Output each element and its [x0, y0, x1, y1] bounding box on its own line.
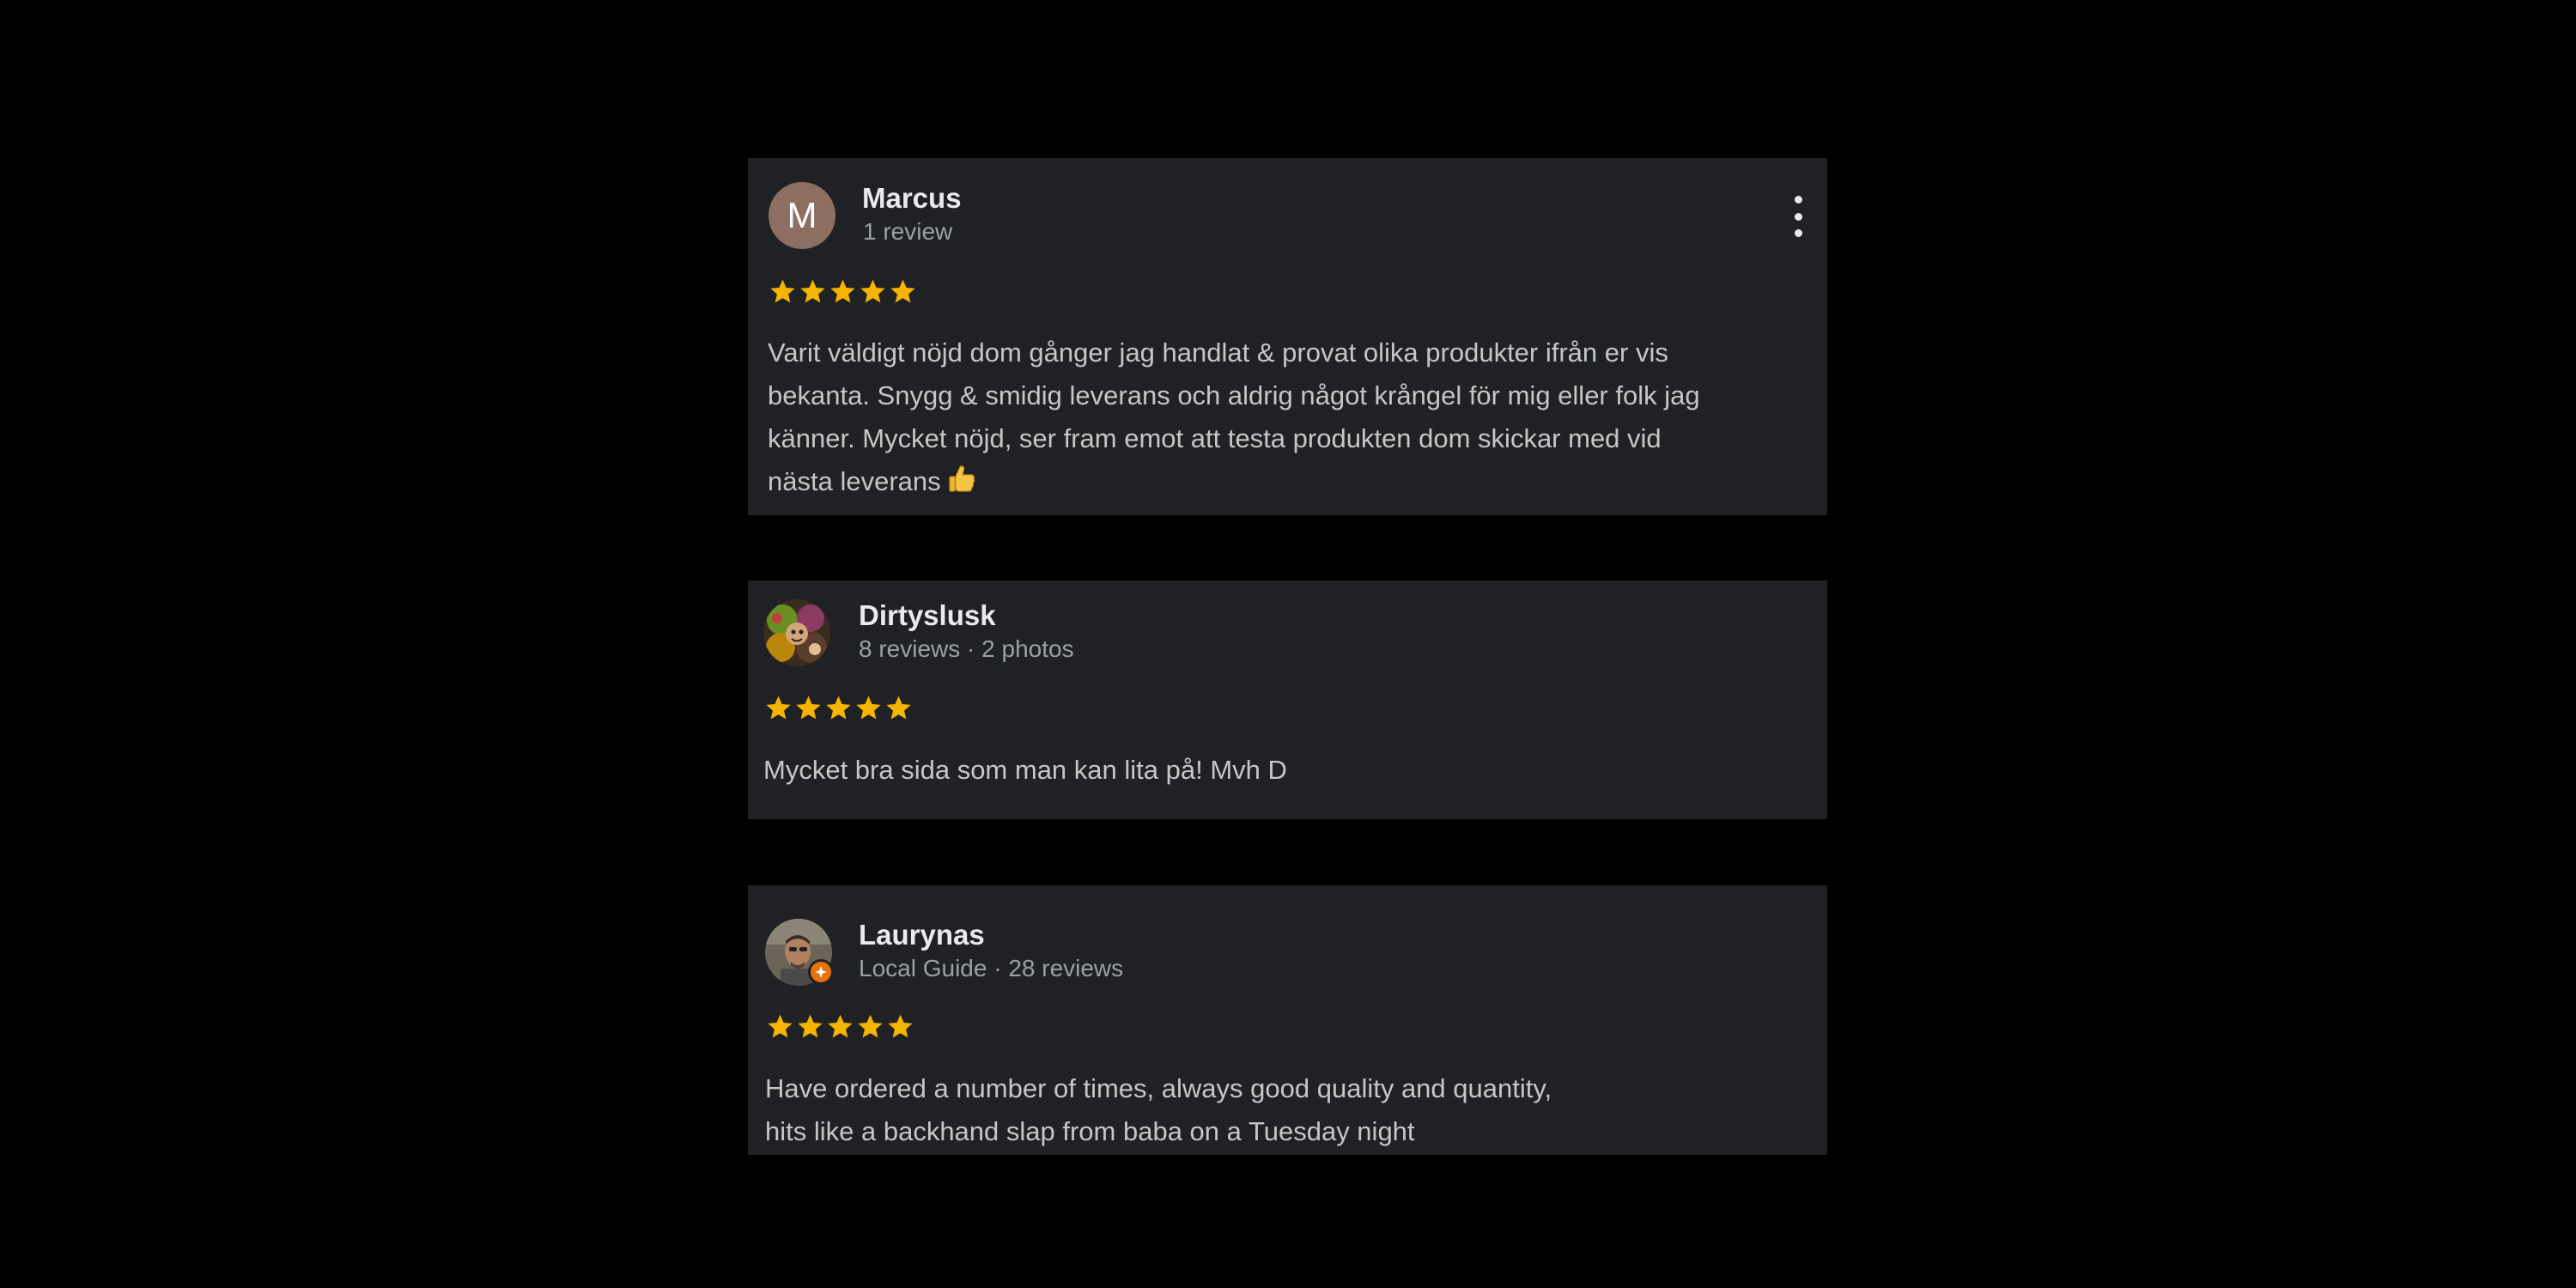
star-icon — [826, 696, 851, 720]
review-text-line: känner. Mycket nöjd, ser fram emot att t… — [768, 423, 1662, 453]
star-icon — [858, 1014, 883, 1038]
review-text-line: Have ordered a number of times, always g… — [765, 1073, 1552, 1103]
review-text-line: bekanta. Snygg & smidig leverans och ald… — [768, 380, 1700, 410]
avatar-letter: M — [787, 195, 817, 235]
review-card: Dirtyslusk 8 reviews · 2 photos Mycket b… — [748, 580, 1827, 819]
review-text-line: Mycket bra sida som man kan lita på! Mvh… — [763, 755, 1287, 785]
review-text: Varit väldigt nöjd dom gånger jag handla… — [768, 331, 1820, 507]
avatar[interactable] — [763, 599, 830, 666]
review-card: Laurynas Local Guide · 28 reviews Have o… — [748, 885, 1827, 1155]
local-guide-badge-icon — [808, 959, 834, 985]
review-text-line: hits like a backhand slap from baba on a… — [765, 1116, 1415, 1146]
avatar[interactable]: M — [769, 182, 835, 249]
more-options-icon-dot — [1794, 229, 1802, 237]
star-icon — [770, 279, 795, 303]
star-icon — [800, 279, 825, 303]
star-icon — [796, 696, 821, 720]
star-rating — [768, 276, 918, 307]
reviewer-name[interactable]: Dirtyslusk — [859, 599, 996, 632]
more-options-button[interactable] — [1789, 196, 1807, 237]
star-icon — [798, 1014, 823, 1038]
review-text: Have ordered a number of times, always g… — [765, 1067, 1817, 1153]
reviewer-meta: 8 reviews · 2 photos — [859, 635, 1074, 662]
star-icon — [856, 696, 881, 720]
reviewer-meta: 1 review — [863, 218, 953, 245]
star-icon — [890, 279, 915, 303]
star-icon — [888, 1014, 913, 1038]
reviewer-meta: Local Guide · 28 reviews — [859, 955, 1124, 981]
avatar-image — [763, 599, 830, 666]
thumbs-up-icon — [948, 464, 975, 507]
star-rating — [765, 1012, 915, 1042]
star-icon — [768, 1014, 793, 1038]
review-text: Mycket bra sida som man kan lita på! Mvh… — [763, 749, 1815, 792]
star-icon — [830, 279, 855, 303]
star-icon — [766, 696, 791, 720]
review-text-line: Varit väldigt nöjd dom gånger jag handla… — [768, 337, 1668, 368]
reviewer-name[interactable]: Laurynas — [859, 919, 985, 951]
reviewer-name[interactable]: Marcus — [862, 182, 962, 215]
more-options-icon-dot — [1794, 212, 1802, 221]
star-rating — [763, 693, 914, 724]
star-icon — [828, 1014, 853, 1038]
star-icon — [860, 279, 885, 303]
review-text-line: nästa leverans — [768, 466, 941, 496]
more-options-icon — [1794, 196, 1802, 204]
review-card: M Marcus 1 review Varit väldigt nöjd dom… — [748, 158, 1827, 515]
star-icon — [886, 696, 911, 720]
